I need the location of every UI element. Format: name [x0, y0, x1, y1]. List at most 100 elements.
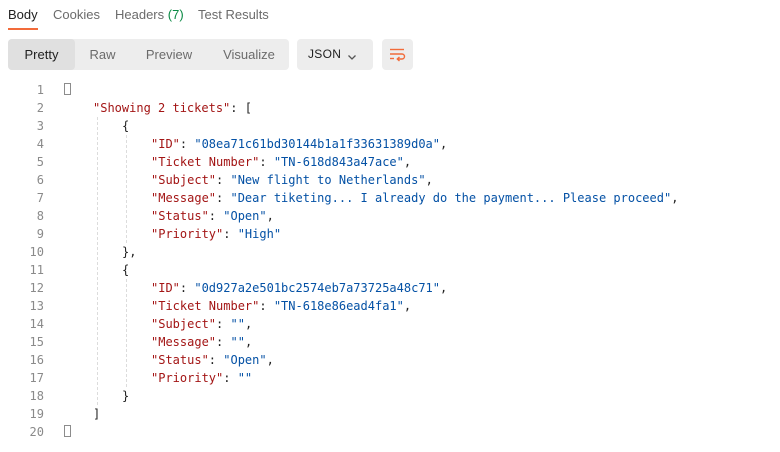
- json-string: "": [230, 335, 245, 349]
- code-line: 20}: [0, 423, 780, 441]
- code-line: 4 "ID": "08ea71c61bd30144b1a1f33631389d0a…: [0, 135, 780, 153]
- json-string: "New flight to Netherlands": [230, 173, 426, 187]
- tab-body[interactable]: Body: [8, 7, 38, 22]
- json-punctuation: :: [216, 317, 231, 331]
- line-number: 2: [36, 101, 44, 115]
- code-line: 1{: [0, 81, 780, 99]
- json-punctuation: ,: [425, 173, 433, 187]
- line-number: 11: [29, 263, 44, 277]
- tab-headers[interactable]: Headers (7): [115, 7, 184, 22]
- json-key: "Status": [151, 209, 209, 223]
- json-punctuation: ,: [440, 137, 448, 151]
- code-text: "Showing 2 tickets": [: [93, 99, 252, 117]
- line-number: 3: [36, 119, 44, 133]
- json-punctuation: ,: [671, 191, 679, 205]
- line-number: 17: [29, 371, 44, 385]
- json-string: "": [230, 317, 245, 331]
- json-punctuation: :: [208, 353, 224, 367]
- json-string: "08ea71c61bd30144b1a1f33631389d0a": [194, 137, 440, 151]
- json-key: "Ticket Number": [151, 155, 260, 169]
- visualize-button[interactable]: Visualize: [209, 39, 289, 70]
- json-punctuation: {: [122, 263, 130, 277]
- code-line: 7 "Message": "Dear tiketing... I already …: [0, 189, 780, 207]
- json-punctuation: :: [259, 155, 274, 169]
- json-punctuation: },: [122, 245, 137, 259]
- code-text: "Status": "Open",: [151, 351, 274, 369]
- json-punctuation: ,: [266, 209, 274, 223]
- json-punctuation: :: [223, 371, 238, 385]
- root-brace-fold-marker[interactable]: [64, 425, 71, 437]
- line-number: 10: [29, 245, 44, 259]
- json-key: "ID": [151, 137, 180, 151]
- active-tab-indicator: [8, 28, 38, 30]
- wrap-lines-button[interactable]: [382, 39, 413, 70]
- json-key: "Subject": [151, 317, 217, 331]
- json-punctuation: :: [179, 281, 195, 295]
- pretty-button[interactable]: Pretty: [8, 39, 75, 70]
- code-text: "Ticket Number": "TN-618d843a47ace",: [151, 153, 411, 171]
- code-line: 6 "Subject": "New flight to Netherlands",: [0, 171, 780, 189]
- json-key: "Message": [151, 191, 217, 205]
- code-text: ]: [93, 405, 100, 423]
- json-punctuation: :: [216, 191, 231, 205]
- json-punctuation: ,: [403, 299, 412, 313]
- code-text: "Message": "Dear tiketing... I already d…: [151, 189, 678, 207]
- code-line: 9 "Priority": "High": [0, 225, 780, 243]
- response-body-code[interactable]: 1{2"Showing 2 tickets": [3{4"ID": "08ea7…: [0, 81, 780, 441]
- tab-cookies-label: Cookies: [53, 7, 100, 22]
- preview-button[interactable]: Preview: [132, 39, 206, 70]
- json-punctuation: :: [223, 227, 238, 241]
- json-key: "Message": [151, 335, 217, 349]
- code-text: {: [122, 261, 129, 279]
- response-tabs: Body Cookies Headers (7) Test Results: [0, 0, 780, 32]
- headers-count-badge: (7): [167, 7, 184, 22]
- line-number: 9: [36, 227, 44, 241]
- tab-test-results[interactable]: Test Results: [198, 7, 269, 22]
- line-number: 13: [29, 299, 44, 313]
- code-text: {: [122, 117, 129, 135]
- json-punctuation: ,: [403, 155, 412, 169]
- json-string: "TN-618d843a47ace": [273, 155, 404, 169]
- code-text: "Subject": "",: [151, 315, 252, 333]
- line-number: 16: [29, 353, 44, 367]
- json-key: "Subject": [151, 173, 217, 187]
- json-string: "Open": [223, 209, 267, 223]
- json-punctuation: :: [259, 299, 274, 313]
- raw-button[interactable]: Raw: [75, 39, 130, 70]
- json-punctuation: ,: [440, 281, 448, 295]
- code-text: },: [122, 243, 136, 261]
- code-text: "ID": "0d927a2e501bc2574eb7a73725a48c71"…: [151, 279, 447, 297]
- line-number: 6: [36, 173, 44, 187]
- format-label: JSON: [308, 47, 342, 61]
- json-string: "": [237, 371, 253, 385]
- code-line: 15 "Message": "",: [0, 333, 780, 351]
- json-punctuation: :: [179, 137, 195, 151]
- json-key: "Priority": [151, 227, 224, 241]
- json-punctuation: ,: [266, 353, 274, 367]
- code-line: 13 "Ticket Number": "TN-618e86ead4fa1",: [0, 297, 780, 315]
- json-punctuation: :: [208, 209, 224, 223]
- json-key: "Ticket Number": [151, 299, 260, 313]
- json-key: "Priority": [151, 371, 224, 385]
- code-line: 5 "Ticket Number": "TN-618d843a47ace",: [0, 153, 780, 171]
- format-dropdown[interactable]: JSON: [297, 39, 373, 70]
- code-text: }: [122, 387, 129, 405]
- line-number: 14: [29, 317, 44, 331]
- code-line: 10},: [0, 243, 780, 261]
- code-line: 12 "ID": "0d927a2e501bc2574eb7a73725a48c7…: [0, 279, 780, 297]
- code-text: "ID": "08ea71c61bd30144b1a1f33631389d0a"…: [151, 135, 447, 153]
- line-number: 12: [29, 281, 44, 295]
- root-brace-fold-marker[interactable]: [64, 83, 71, 95]
- line-number: 1: [36, 83, 44, 97]
- tab-cookies[interactable]: Cookies: [53, 7, 100, 22]
- json-punctuation: {: [122, 119, 130, 133]
- json-string: "Open": [223, 353, 267, 367]
- json-punctuation: :: [216, 335, 231, 349]
- line-number: 8: [36, 209, 44, 223]
- code-text: "Ticket Number": "TN-618e86ead4fa1",: [151, 297, 411, 315]
- code-text: "Priority": "": [151, 369, 252, 387]
- code-text: "Message": "",: [151, 333, 252, 351]
- json-string: "0d927a2e501bc2574eb7a73725a48c71": [194, 281, 440, 295]
- json-string: "High": [237, 227, 282, 241]
- code-line: 17 "Priority": "": [0, 369, 780, 387]
